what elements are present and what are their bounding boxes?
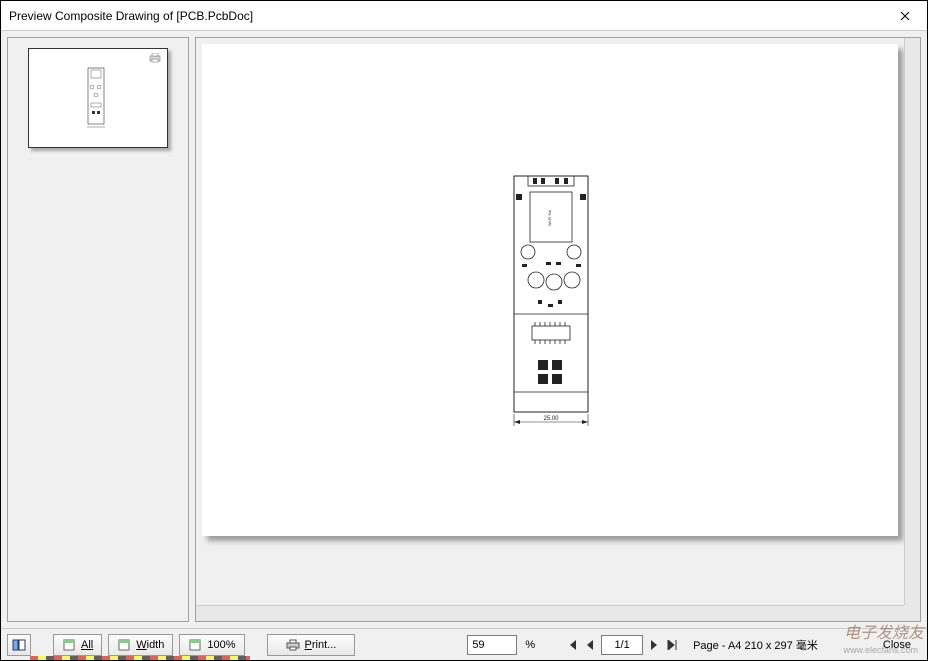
horizontal-scrollbar[interactable] (196, 605, 904, 621)
next-icon (650, 640, 658, 650)
close-button[interactable]: Close (873, 636, 921, 654)
thumbnails-toggle-button[interactable] (7, 634, 31, 656)
next-page-button[interactable] (647, 637, 661, 653)
decorative-strip (30, 656, 250, 660)
hundred-label: 100% (207, 639, 235, 651)
page-info: Page - A4 210 x 297 毫米 (693, 637, 818, 653)
page-icon (117, 639, 131, 651)
thumbnail-panel[interactable] (7, 37, 189, 622)
page-nav (565, 635, 679, 655)
zoom-100-button[interactable]: 100% (179, 634, 244, 656)
first-page-button[interactable] (565, 637, 579, 653)
svg-text:Wi-Fi Sol: Wi-Fi Sol (547, 210, 552, 226)
page-icon (62, 639, 76, 651)
scrollbar-corner (904, 605, 920, 621)
pcb-drawing: Wi-Fi Sol (508, 174, 596, 434)
first-icon (566, 640, 578, 650)
fit-width-button[interactable]: Width (108, 634, 173, 656)
page-input[interactable] (601, 635, 643, 655)
fit-all-button[interactable]: All (53, 634, 102, 656)
zoom-input[interactable] (467, 635, 517, 655)
window-title: Preview Composite Drawing of [PCB.PcbDoc… (9, 9, 253, 23)
titlebar: Preview Composite Drawing of [PCB.PcbDoc… (1, 1, 927, 31)
prev-icon (586, 640, 594, 650)
thumbnail-page-1[interactable] (28, 48, 168, 148)
vertical-scrollbar[interactable] (904, 38, 920, 605)
content-area: Wi-Fi Sol (1, 31, 927, 628)
close-icon (900, 11, 910, 21)
last-icon (666, 640, 678, 650)
all-label: All (81, 639, 93, 651)
preview-panel[interactable]: Wi-Fi Sol (195, 37, 921, 622)
printer-icon (286, 639, 300, 651)
printer-icon (149, 53, 161, 63)
prev-page-button[interactable] (583, 637, 597, 653)
thumbnails-icon (12, 639, 26, 651)
width-label-rest: idth (147, 639, 165, 651)
preview-page: Wi-Fi Sol (202, 44, 898, 536)
page-icon (188, 639, 202, 651)
thumbnail-pcb-icon (87, 67, 105, 129)
dimension-text: 25.00 (543, 416, 559, 422)
last-page-button[interactable] (665, 637, 679, 653)
window-close-button[interactable] (882, 1, 927, 30)
print-button[interactable]: Print... (267, 634, 356, 656)
zoom-unit: % (525, 639, 535, 651)
print-label-rest: rint... (312, 639, 336, 651)
